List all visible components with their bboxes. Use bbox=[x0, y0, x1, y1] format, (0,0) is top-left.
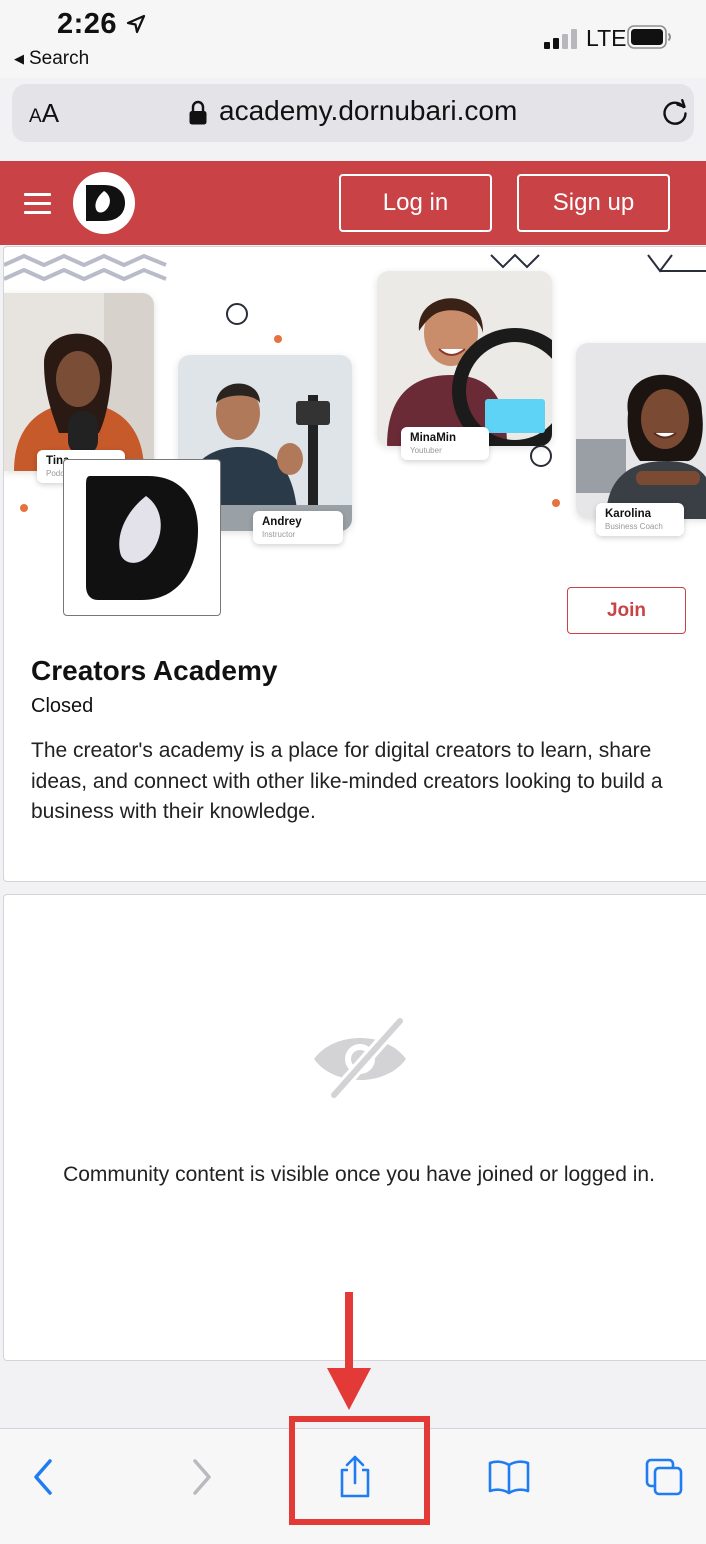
creator-name: Andrey bbox=[262, 516, 302, 528]
back-triangle-icon: ◀ bbox=[14, 51, 24, 66]
dot-decoration bbox=[552, 499, 560, 507]
tabs-button[interactable] bbox=[634, 1447, 694, 1507]
signup-button[interactable]: Sign up bbox=[517, 174, 670, 232]
menu-icon[interactable] bbox=[24, 191, 51, 215]
forward-icon bbox=[193, 1459, 211, 1495]
url-text[interactable]: academy.dornubari.com bbox=[219, 95, 517, 127]
join-button[interactable]: Join bbox=[567, 587, 686, 634]
creator-role: Business Coach bbox=[605, 522, 663, 531]
text-size-button[interactable]: AA bbox=[29, 98, 59, 129]
dot-decoration bbox=[274, 335, 282, 343]
dornubari-logo-icon bbox=[86, 185, 125, 221]
locked-content-card: Community content is visible once you ha… bbox=[3, 894, 706, 1361]
community-card: Tina Podcaster Andrey Instructor bbox=[3, 246, 706, 882]
status-bar: 2:26 ◀ Search LTE bbox=[0, 0, 706, 78]
creator-name: Karolina bbox=[605, 508, 652, 520]
dot-decoration bbox=[20, 504, 28, 512]
bookmarks-icon bbox=[488, 1460, 530, 1495]
ring-decoration bbox=[530, 445, 552, 467]
creator-role: Youtuber bbox=[410, 446, 442, 455]
community-description: The creator's academy is a place for dig… bbox=[31, 739, 663, 823]
creator-name-tag: Karolina Business Coach bbox=[596, 503, 684, 536]
bookmarks-button[interactable] bbox=[479, 1447, 539, 1507]
battery-icon bbox=[627, 25, 671, 49]
creator-photo bbox=[377, 271, 552, 446]
cellular-signal-icon bbox=[544, 27, 580, 49]
locked-content-message: Community content is visible once you ha… bbox=[63, 1163, 655, 1186]
creator-name-tag: Andrey Instructor bbox=[253, 511, 343, 544]
creator-photo bbox=[576, 343, 706, 519]
annotation-highlight-box bbox=[289, 1416, 430, 1525]
creator-role: Instructor bbox=[262, 530, 296, 539]
creator-name-tag: MinaMin Youtuber bbox=[401, 427, 489, 460]
creator-name: MinaMin bbox=[410, 432, 456, 444]
community-logo bbox=[63, 459, 221, 616]
back-button[interactable] bbox=[13, 1447, 73, 1507]
forward-button[interactable] bbox=[172, 1447, 232, 1507]
status-time: 2:26 bbox=[57, 8, 118, 40]
zigzag-decoration bbox=[647, 254, 706, 273]
address-bar[interactable]: AA academy.dornubari.com bbox=[12, 84, 694, 142]
dornubari-logo-icon bbox=[86, 476, 198, 600]
tabs-icon bbox=[645, 1458, 683, 1496]
zigzag-decoration bbox=[4, 253, 167, 282]
eye-slash-icon bbox=[314, 1017, 406, 1101]
site-header: Log in Sign up bbox=[0, 161, 706, 245]
creator-photo bbox=[4, 293, 154, 471]
site-logo[interactable] bbox=[73, 172, 135, 234]
community-status: Closed bbox=[31, 695, 94, 717]
network-type: LTE bbox=[586, 25, 627, 51]
community-title: Creators Academy bbox=[31, 655, 278, 686]
back-to-app-link[interactable]: ◀ Search bbox=[14, 48, 89, 70]
annotation-arrow-icon bbox=[327, 1292, 371, 1410]
location-arrow-icon bbox=[126, 14, 146, 34]
reload-icon[interactable] bbox=[660, 98, 690, 128]
back-app-label: Search bbox=[29, 48, 90, 69]
back-icon bbox=[34, 1459, 52, 1495]
ring-decoration bbox=[226, 303, 248, 325]
login-button[interactable]: Log in bbox=[339, 174, 492, 232]
lock-icon bbox=[189, 100, 207, 125]
